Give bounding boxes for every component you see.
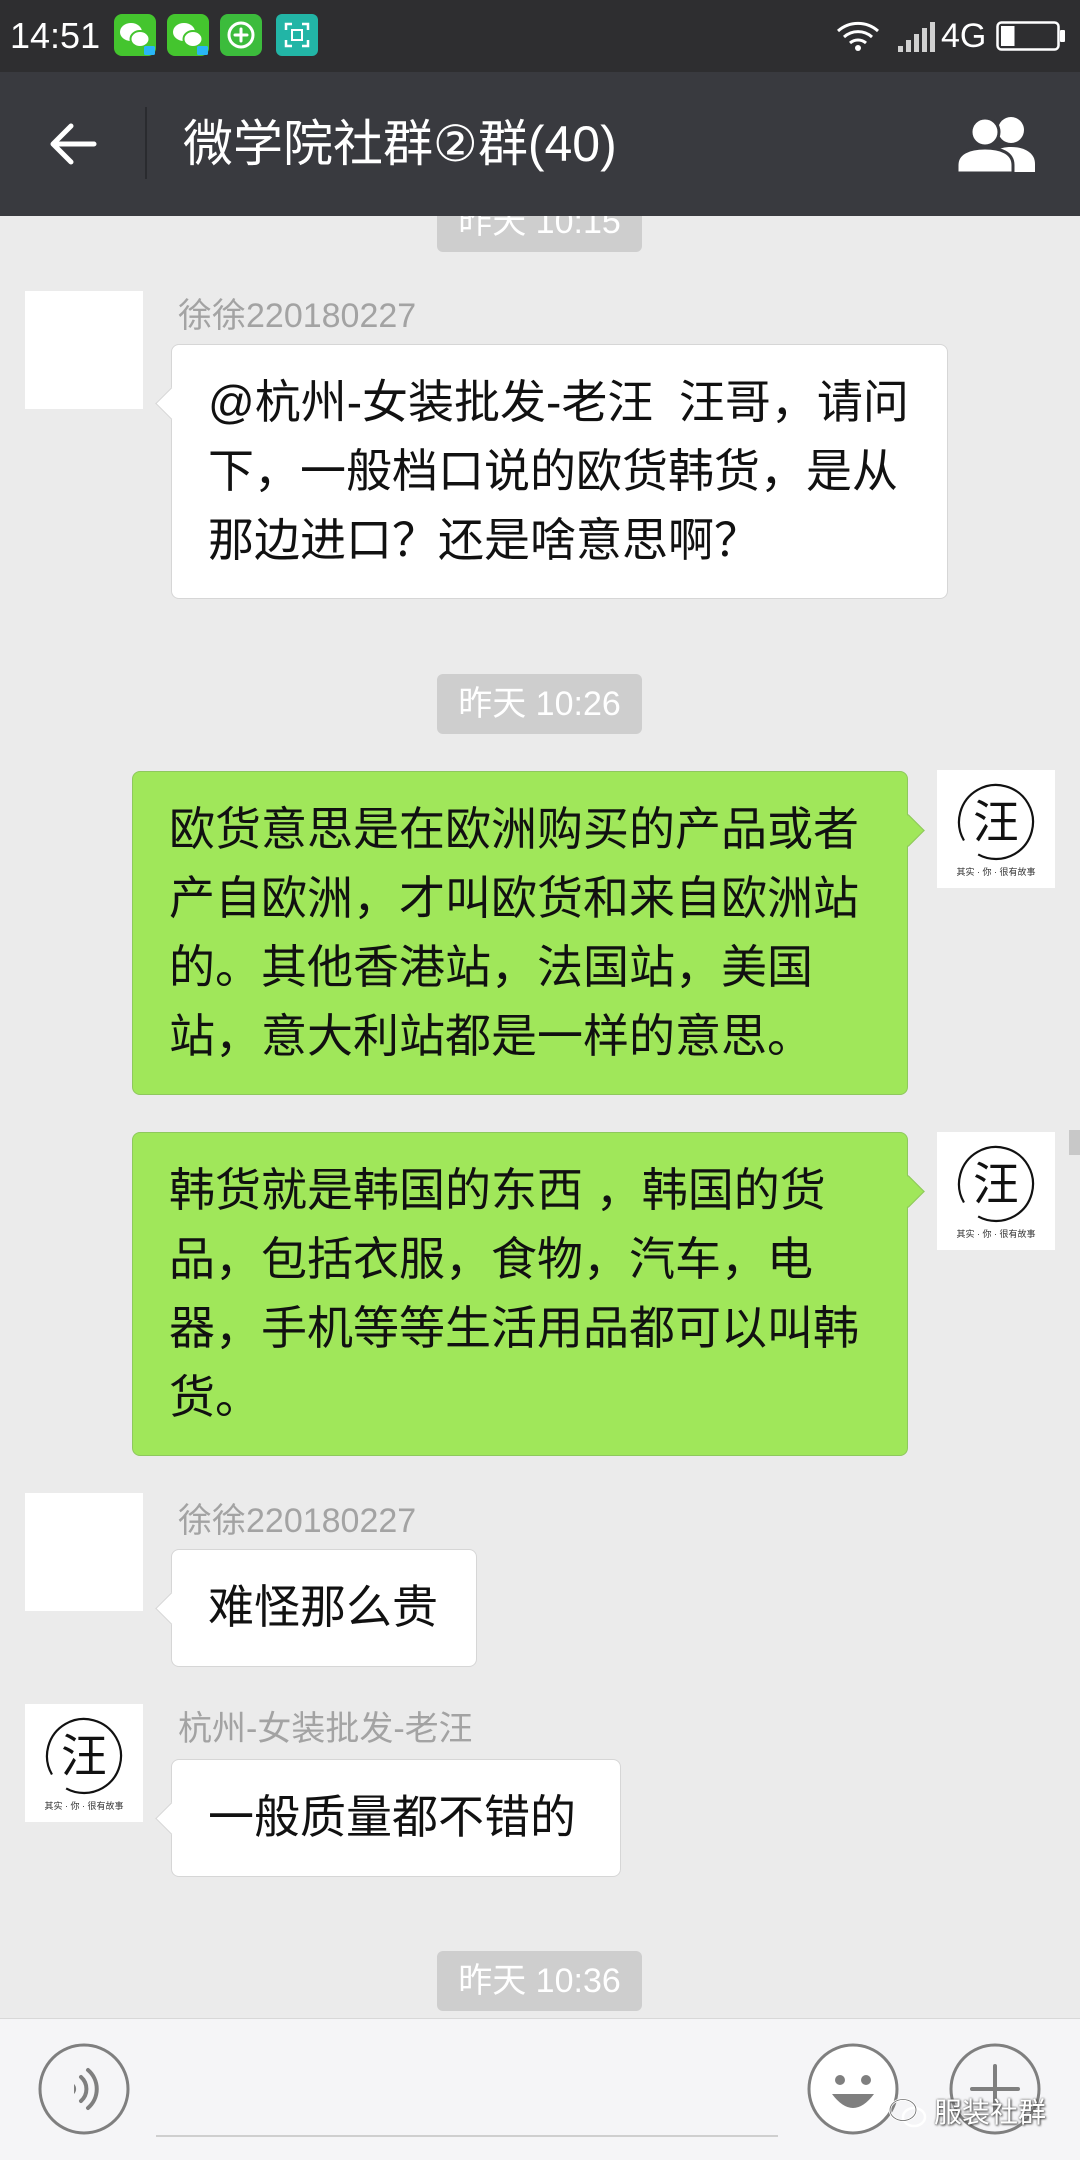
message-text-line: 货。 <box>169 1371 261 1423</box>
arrow-left-icon <box>50 123 97 165</box>
chat-messages[interactable]: 昨天 10:15 徐徐220180227 @杭州-女装批发-老汪 汪哥，请问 下… <box>0 216 1080 2018</box>
logo-tagline: 其实 · 你 · 很有故事 <box>956 867 1036 877</box>
watermark-text: 服装社群 <box>934 2097 1047 2128</box>
message-bubble[interactable]: 欧货意思是在欧洲购买的产品或者 产自欧洲，才叫欧货和来自欧洲站 的。其他香港站，… <box>132 771 908 1095</box>
battery-icon <box>996 21 1065 51</box>
scan-app-icon <box>276 14 318 56</box>
logo-tagline: 其实 · 你 · 很有故事 <box>44 1801 124 1811</box>
logo-tagline: 其实 · 你 · 很有故事 <box>956 1229 1036 1239</box>
timestamp: 昨天 10:15 <box>437 216 642 252</box>
logo-character: 汪 <box>973 795 1019 849</box>
network-type: 4G <box>941 17 987 55</box>
message-text-line: 一般质量都不错的 <box>208 1791 576 1843</box>
input-bar: 服装社群 <box>0 2018 1080 2160</box>
battery-fill <box>1001 26 1015 46</box>
message-text-line: 下，一般档口说的欧货韩货，是从 <box>208 445 898 497</box>
message-text-line: 欧货意思是在欧洲购买的产品或者 <box>169 803 859 855</box>
status-time: 14:51 <box>10 15 101 56</box>
wechat-icon <box>114 14 156 56</box>
sender-name: 徐徐220180227 <box>178 1502 417 1540</box>
wechat-icon <box>167 14 209 56</box>
sync-app-icon <box>220 14 262 56</box>
watermark: 服装社群 <box>888 2093 1046 2133</box>
message-text-line: 难怪那么贵 <box>208 1581 438 1633</box>
message-text-line: @杭州-女装批发-老汪 汪哥，请问 <box>208 376 909 428</box>
message-input[interactable] <box>156 2039 778 2137</box>
header-divider <box>145 107 147 179</box>
avatar[interactable] <box>25 1493 143 1611</box>
voice-input-icon[interactable] <box>37 2042 131 2136</box>
timestamp: 昨天 10:36 <box>437 1951 642 2011</box>
message-text-line: 站，意大利站都是一样的意思。 <box>169 1010 813 1062</box>
group-members-icon <box>955 116 1035 174</box>
scrollbar-thumb[interactable] <box>1069 1130 1080 1155</box>
avatar[interactable]: 汪 其实 · 你 · 很有故事 <box>937 770 1055 888</box>
logo-character: 汪 <box>61 1729 107 1783</box>
wechat-logo-icon <box>888 2098 927 2128</box>
avatar[interactable]: 汪 其实 · 你 · 很有故事 <box>937 1132 1055 1250</box>
logo-character: 汪 <box>973 1157 1019 1211</box>
group-members-button[interactable] <box>948 108 1044 180</box>
avatar[interactable]: 汪 其实 · 你 · 很有故事 <box>25 1704 143 1822</box>
chat-header: 微学院社群②群(40) <box>0 72 1080 216</box>
message-text-line: 韩货就是韩国的东西 ，韩国的货 <box>169 1164 826 1216</box>
message-bubble[interactable]: 一般质量都不错的 <box>171 1759 621 1877</box>
message-text-line: 产自欧洲，才叫欧货和来自欧洲站 <box>169 872 859 924</box>
timestamp: 昨天 10:26 <box>437 674 642 734</box>
sender-name: 杭州-女装批发-老汪 <box>178 1710 473 1748</box>
status-bar: 14:51 4G <box>0 0 1080 72</box>
avatar[interactable] <box>25 291 143 409</box>
message-text-line: 的。其他香港站，法国站，美国 <box>169 941 813 993</box>
message-text-line: 器，手机等等生活用品都可以叫韩 <box>169 1302 859 1354</box>
cellular-signal-icon <box>898 22 935 52</box>
sender-name: 徐徐220180227 <box>178 297 417 335</box>
page-title: 微学院社群②群(40) <box>183 116 617 172</box>
emoji-icon[interactable] <box>806 2042 900 2136</box>
message-text-line: 品，包括衣服，食物，汽车，电 <box>169 1233 813 1285</box>
message-bubble[interactable]: 韩货就是韩国的东西 ，韩国的货 品，包括衣服，食物，汽车，电 器，手机等等生活用… <box>132 1132 908 1456</box>
back-button[interactable] <box>28 102 116 186</box>
message-text-line: 那边进口？还是啥意思啊？ <box>208 514 760 566</box>
message-bubble[interactable]: 难怪那么贵 <box>171 1549 477 1667</box>
wifi-icon <box>837 21 879 51</box>
message-bubble[interactable]: @杭州-女装批发-老汪 汪哥，请问 下，一般档口说的欧货韩货，是从 那边进口？还… <box>171 344 948 599</box>
